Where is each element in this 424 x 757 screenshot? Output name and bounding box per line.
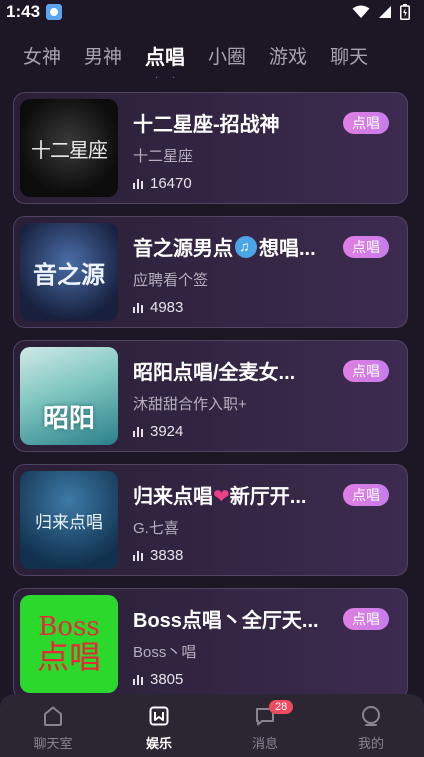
app-notification-icon bbox=[46, 4, 63, 20]
unread-badge: 28 bbox=[269, 700, 294, 714]
home-icon bbox=[44, 706, 62, 726]
profile-icon bbox=[362, 706, 380, 726]
room-cover-text: 十二星座 bbox=[31, 137, 108, 162]
room-title: 归来点唱❤新厅开... bbox=[133, 486, 307, 508]
tab-games[interactable]: 游戏 bbox=[269, 42, 307, 75]
room-host: 十二星座 bbox=[133, 148, 194, 165]
room-heat: 16470 bbox=[133, 175, 329, 192]
room-heat-count: 3924 bbox=[150, 423, 184, 440]
tab-goddess[interactable]: 女神 bbox=[23, 42, 61, 75]
heat-bars-icon bbox=[133, 426, 143, 437]
nav-label: 娱乐 bbox=[145, 736, 172, 751]
nav-messages[interactable]: 28 消息 bbox=[212, 694, 318, 757]
room-cover: 十二星座 bbox=[20, 99, 118, 197]
tab-circle[interactable]: 小圈 bbox=[208, 42, 246, 75]
room-cover-text: 音之源 bbox=[33, 259, 105, 289]
status-bar: 1:43 bbox=[0, 0, 424, 24]
room-heat: 3838 bbox=[133, 547, 329, 564]
room-heat-count: 3805 bbox=[150, 671, 184, 688]
room-cover: 音之源 bbox=[20, 223, 118, 321]
room-cover-text: 昭阳 bbox=[42, 403, 95, 434]
nav-chatroom[interactable]: 聊天室 bbox=[0, 694, 106, 757]
room-card[interactable]: Boss 点唱 Boss点唱丶全厅天... Boss丶唱 3805 点唱 bbox=[13, 588, 408, 700]
room-host: G.七喜 bbox=[133, 520, 179, 537]
room-heat-count: 3838 bbox=[150, 547, 184, 564]
room-cover: 昭阳 bbox=[20, 347, 118, 445]
bottom-nav: 聊天室 娱乐 28 消息 我的 bbox=[0, 694, 424, 757]
room-host: 应聘看个签 bbox=[133, 272, 209, 289]
nav-label: 我的 bbox=[357, 736, 384, 751]
room-cover: 归来点唱 bbox=[20, 471, 118, 569]
tab-song-request[interactable]: 点唱 bbox=[145, 41, 185, 76]
room-cover-text: 归来点唱 bbox=[35, 512, 103, 533]
room-card[interactable]: 归来点唱 归来点唱❤新厅开... G.七喜 3838 点唱 bbox=[13, 464, 408, 576]
room-cover-text: Boss 点唱 bbox=[36, 611, 101, 676]
room-host: 沐甜甜合作入职+ bbox=[133, 396, 247, 413]
room-heat: 3924 bbox=[133, 423, 329, 440]
room-type-badge: 点唱 bbox=[343, 484, 389, 506]
room-type-badge: 点唱 bbox=[343, 112, 389, 134]
nav-profile[interactable]: 我的 bbox=[318, 694, 424, 757]
category-tabs: 女神 男神 点唱 小圈 游戏 聊天 bbox=[0, 38, 424, 78]
nav-entertainment[interactable]: 娱乐 bbox=[106, 694, 212, 757]
signal-icon bbox=[379, 6, 391, 18]
battery-icon bbox=[400, 4, 410, 20]
room-heat-count: 4983 bbox=[150, 299, 184, 316]
heat-bars-icon bbox=[133, 302, 143, 313]
heat-bars-icon bbox=[133, 178, 143, 189]
status-time: 1:43 bbox=[6, 2, 41, 21]
status-icons bbox=[352, 4, 410, 20]
room-type-badge: 点唱 bbox=[343, 608, 389, 630]
room-cover: Boss 点唱 bbox=[20, 595, 118, 693]
room-title: 昭阳点唱/全麦女... bbox=[133, 362, 296, 384]
heart-icon: ❤ bbox=[213, 486, 230, 508]
active-tab-indicator bbox=[156, 76, 174, 79]
room-card[interactable]: 十二星座 十二星座-招战神 十二星座 16470 点唱 bbox=[13, 92, 408, 204]
room-title: Boss点唱丶全厅天... bbox=[133, 610, 319, 632]
room-list: 十二星座 十二星座-招战神 十二星座 16470 点唱 音之源 音之源男点想唱.… bbox=[13, 92, 408, 712]
music-icon bbox=[235, 236, 257, 258]
room-card[interactable]: 昭阳 昭阳点唱/全麦女... 沐甜甜合作入职+ 3924 点唱 bbox=[13, 340, 408, 452]
bookmark-icon bbox=[149, 706, 169, 726]
tab-chat[interactable]: 聊天 bbox=[330, 42, 368, 75]
nav-label: 聊天室 bbox=[33, 736, 73, 751]
room-type-badge: 点唱 bbox=[343, 236, 389, 258]
room-title: 音之源男点想唱... bbox=[133, 232, 329, 261]
heat-bars-icon bbox=[133, 550, 143, 561]
nav-label: 消息 bbox=[251, 736, 278, 751]
room-host: Boss丶唱 bbox=[133, 644, 197, 661]
room-card[interactable]: 音之源 音之源男点想唱... 应聘看个签 4983 点唱 bbox=[13, 216, 408, 328]
room-heat-count: 16470 bbox=[150, 175, 192, 192]
tab-god[interactable]: 男神 bbox=[84, 42, 122, 75]
room-heat: 3805 bbox=[133, 671, 329, 688]
heat-bars-icon bbox=[133, 674, 143, 685]
room-type-badge: 点唱 bbox=[343, 360, 389, 382]
room-title: 十二星座-招战神 bbox=[133, 114, 280, 136]
wifi-icon bbox=[352, 5, 370, 18]
room-heat: 4983 bbox=[133, 299, 329, 316]
